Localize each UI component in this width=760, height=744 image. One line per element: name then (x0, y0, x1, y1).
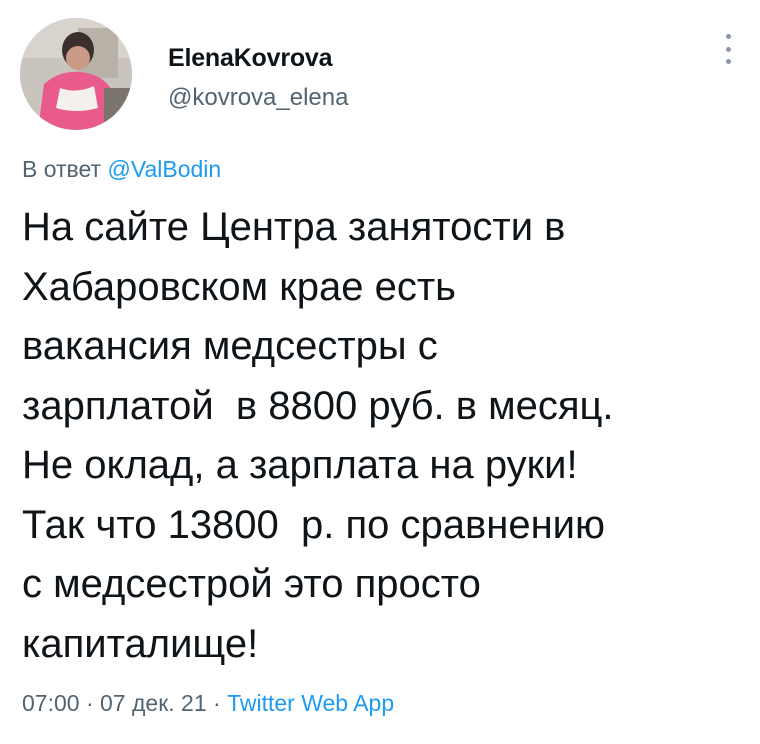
tweet-line: зарплатой в 8800 руб. в месяц. (22, 383, 614, 428)
avatar[interactable] (20, 18, 132, 130)
tweet-source-link[interactable]: Twitter Web App (227, 690, 394, 716)
tweet-line: Хабаровском крае есть (22, 264, 457, 309)
tweet-date[interactable]: 07 дек. 21 (100, 690, 207, 716)
avatar-image (20, 18, 132, 130)
tweet-line: Так что 13800 р. по сравнению (22, 502, 606, 547)
tweet-line: вакансия медсестры с (22, 324, 438, 368)
tweet-line: Не оклад, а зарплата на руки! (22, 443, 578, 487)
tweet-meta: 07:00 · 07 дек. 21 · Twitter Web App (22, 690, 394, 717)
tweet-line: На сайте Центра занятости в (22, 205, 566, 249)
more-dot (725, 46, 731, 52)
tweet-line: капиталище! (22, 621, 259, 666)
more-dot (725, 59, 731, 64)
reply-context: В ответ @ValBodin (22, 156, 221, 183)
author-display-name[interactable]: ElenaKovrova (168, 44, 333, 73)
meta-separator: · (79, 690, 101, 716)
reply-mention-link[interactable]: @ValBodin (107, 156, 221, 182)
meta-separator: · (206, 690, 228, 716)
author-handle[interactable]: @kovrova_elena (168, 84, 348, 112)
more-vertical-icon[interactable] (720, 34, 736, 64)
tweet-text: На сайте Центра занятости в Хабаровском … (22, 198, 747, 674)
reply-prefix: В ответ (22, 156, 102, 182)
tweet-line: с медсестрой это просто (22, 562, 481, 606)
tweet-time[interactable]: 07:00 (22, 690, 80, 716)
more-dot (725, 34, 731, 39)
tweet-header: ElenaKovrova @kovrova_elena (20, 18, 740, 130)
